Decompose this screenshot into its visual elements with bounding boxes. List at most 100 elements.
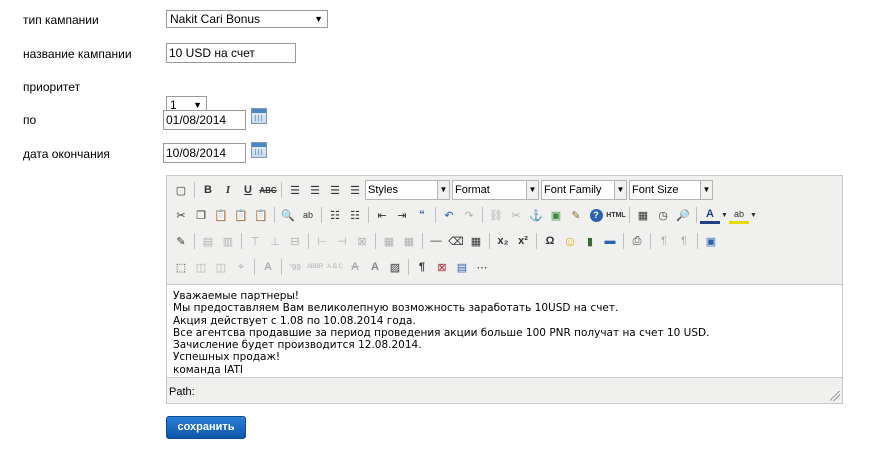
styles-dropdown[interactable]: Styles ▼ xyxy=(365,180,450,200)
blockquote-icon[interactable]: “ xyxy=(412,205,432,225)
move-backward-icon[interactable]: ◫ xyxy=(211,257,231,277)
unlink-icon[interactable]: ✂ xyxy=(506,205,526,225)
toolbar-separator xyxy=(408,259,409,275)
font-size-dropdown[interactable]: Font Size ▼ xyxy=(629,180,713,200)
ltr-icon[interactable]: ¶ xyxy=(654,231,674,251)
start-date-label: по xyxy=(23,113,37,127)
absolute-position-icon[interactable]: ⌖ xyxy=(231,257,251,277)
format-dropdown[interactable]: Format ▼ xyxy=(452,180,539,200)
cite-icon[interactable]: “99 xyxy=(285,257,305,277)
help-icon[interactable]: ? xyxy=(589,208,603,222)
undo-icon[interactable]: ↶ xyxy=(439,205,459,225)
redo-icon[interactable]: ↷ xyxy=(459,205,479,225)
cut-icon[interactable]: ✂ xyxy=(171,205,191,225)
toolbar-separator xyxy=(194,233,195,249)
font-family-dropdown[interactable]: Font Family ▼ xyxy=(541,180,627,200)
editor-content-area[interactable]: Уважаемые партнеры! Мы предоставляем Вам… xyxy=(167,284,842,378)
special-char-icon[interactable]: Ω xyxy=(540,231,560,251)
bullet-list-icon[interactable]: ☷ xyxy=(325,205,345,225)
html-icon[interactable]: HTML xyxy=(606,205,626,225)
anchor-icon[interactable]: ⚓ xyxy=(526,205,546,225)
campaign-type-value: Nakit Cari Bonus xyxy=(170,12,261,26)
insert-layer-icon[interactable]: ⬚ xyxy=(171,257,191,277)
copy-icon[interactable]: ❐ xyxy=(191,205,211,225)
align-left-icon[interactable]: ☰ xyxy=(285,180,305,200)
background-color-icon[interactable]: ab xyxy=(729,207,749,224)
link-icon[interactable]: ⛓ xyxy=(486,205,506,225)
horizontal-rule-icon[interactable]: — xyxy=(426,231,446,251)
template-icon[interactable]: ▤ xyxy=(452,257,472,277)
merge-cells-icon[interactable]: ▦ xyxy=(399,231,419,251)
calendar-icon[interactable] xyxy=(251,142,267,158)
campaign-type-select[interactable]: Nakit Cari Bonus ▼ xyxy=(166,10,328,28)
nonbreaking-icon[interactable]: ⊠ xyxy=(432,257,452,277)
visual-chars-icon[interactable]: ¶ xyxy=(412,257,432,277)
italic-icon[interactable]: I xyxy=(218,180,238,200)
start-date-value: 01/08/2014 xyxy=(166,113,227,127)
preview-icon[interactable]: 🔎 xyxy=(673,205,693,225)
advanced-hr-icon[interactable]: ▬ xyxy=(600,231,620,251)
align-right-icon[interactable]: ☰ xyxy=(325,180,345,200)
rtl-icon[interactable]: ¶ xyxy=(674,231,694,251)
paste-word-icon[interactable]: 📋 xyxy=(251,205,271,225)
start-date-input[interactable]: 01/08/2014 xyxy=(163,110,246,130)
remove-format-icon[interactable]: ⌫ xyxy=(446,231,466,251)
cleanup-icon[interactable]: ✎ xyxy=(566,205,586,225)
insert-time-icon[interactable]: ◷ xyxy=(653,205,673,225)
styleprops-icon[interactable]: A xyxy=(258,257,278,277)
deletion-icon[interactable]: A xyxy=(345,257,365,277)
strikethrough-icon[interactable]: ABC xyxy=(258,180,278,200)
content-line: Акция действует с 1.08 по 10.08.2014 год… xyxy=(173,314,416,327)
campaign-name-input[interactable]: 10 USD на счет xyxy=(166,43,296,63)
insert-date-icon[interactable]: ▦ xyxy=(633,205,653,225)
insert-row-after-icon[interactable]: ⊥ xyxy=(265,231,285,251)
image-icon[interactable]: ▣ xyxy=(546,205,566,225)
insert-col-before-icon[interactable]: ⊢ xyxy=(312,231,332,251)
edit-css-icon[interactable]: ✎ xyxy=(171,231,191,251)
table-row-props-icon[interactable]: ▤ xyxy=(198,231,218,251)
paste-text-icon[interactable]: 📋 xyxy=(231,205,251,225)
insert-col-after-icon[interactable]: ⊣ xyxy=(332,231,352,251)
resize-grip-icon[interactable] xyxy=(830,391,840,401)
fullscreen-icon[interactable]: ▣ xyxy=(701,231,721,251)
chevron-down-icon[interactable]: ▼ xyxy=(749,205,758,225)
chevron-down-icon[interactable]: ▼ xyxy=(720,205,729,225)
emoticon-icon[interactable]: ☺ xyxy=(560,231,580,251)
text-color-icon[interactable]: A xyxy=(700,207,720,224)
media-icon[interactable]: ▮ xyxy=(580,231,600,251)
underline-icon[interactable]: U xyxy=(238,180,258,200)
toolbar-separator xyxy=(241,233,242,249)
align-justify-icon[interactable]: ☰ xyxy=(345,180,365,200)
subscript-icon[interactable]: x₂ xyxy=(493,231,513,251)
delete-col-icon[interactable]: ⊠ xyxy=(352,231,372,251)
bold-icon[interactable]: B xyxy=(198,180,218,200)
end-date-input[interactable]: 10/08/2014 xyxy=(163,143,246,163)
acronym-icon[interactable]: A.B.C xyxy=(325,257,345,277)
page-break-icon[interactable]: ⋯ xyxy=(472,257,492,277)
insertion-icon[interactable]: A xyxy=(365,257,385,277)
chevron-down-icon: ▼ xyxy=(437,181,449,199)
split-cells-icon[interactable]: ▦ xyxy=(379,231,399,251)
find-icon[interactable]: 🔍 xyxy=(278,205,298,225)
toolbar-separator xyxy=(194,182,195,198)
calendar-icon[interactable] xyxy=(251,108,267,124)
print-icon[interactable]: ⎙ xyxy=(627,231,647,251)
replace-icon[interactable]: ab xyxy=(298,205,318,225)
superscript-icon[interactable]: x² xyxy=(513,231,533,251)
outdent-icon[interactable]: ⇤ xyxy=(372,205,392,225)
abbreviation-icon[interactable]: ABBR xyxy=(305,257,325,277)
insert-row-before-icon[interactable]: ⊤ xyxy=(245,231,265,251)
table-cell-props-icon[interactable]: ▥ xyxy=(218,231,238,251)
save-button[interactable]: сохранить xyxy=(166,416,246,439)
table-icon[interactable]: ▦ xyxy=(466,231,486,251)
move-forward-icon[interactable]: ◫ xyxy=(191,257,211,277)
indent-icon[interactable]: ⇥ xyxy=(392,205,412,225)
delete-row-icon[interactable]: ⊟ xyxy=(285,231,305,251)
paste-icon[interactable]: 📋 xyxy=(211,205,231,225)
attributes-icon[interactable]: ▨ xyxy=(385,257,405,277)
align-center-icon[interactable]: ☰ xyxy=(305,180,325,200)
toolbar-separator xyxy=(281,259,282,275)
toolbar-row-2: ✂ ❐ 📋 📋 📋 🔍 ab ☷ ☷ ⇤ ⇥ “ ↶ ↷ ⛓ ✂ ⚓ ▣ ✎ ?… xyxy=(171,204,758,226)
new-document-icon[interactable]: ▢ xyxy=(171,180,191,200)
numbered-list-icon[interactable]: ☷ xyxy=(345,205,365,225)
